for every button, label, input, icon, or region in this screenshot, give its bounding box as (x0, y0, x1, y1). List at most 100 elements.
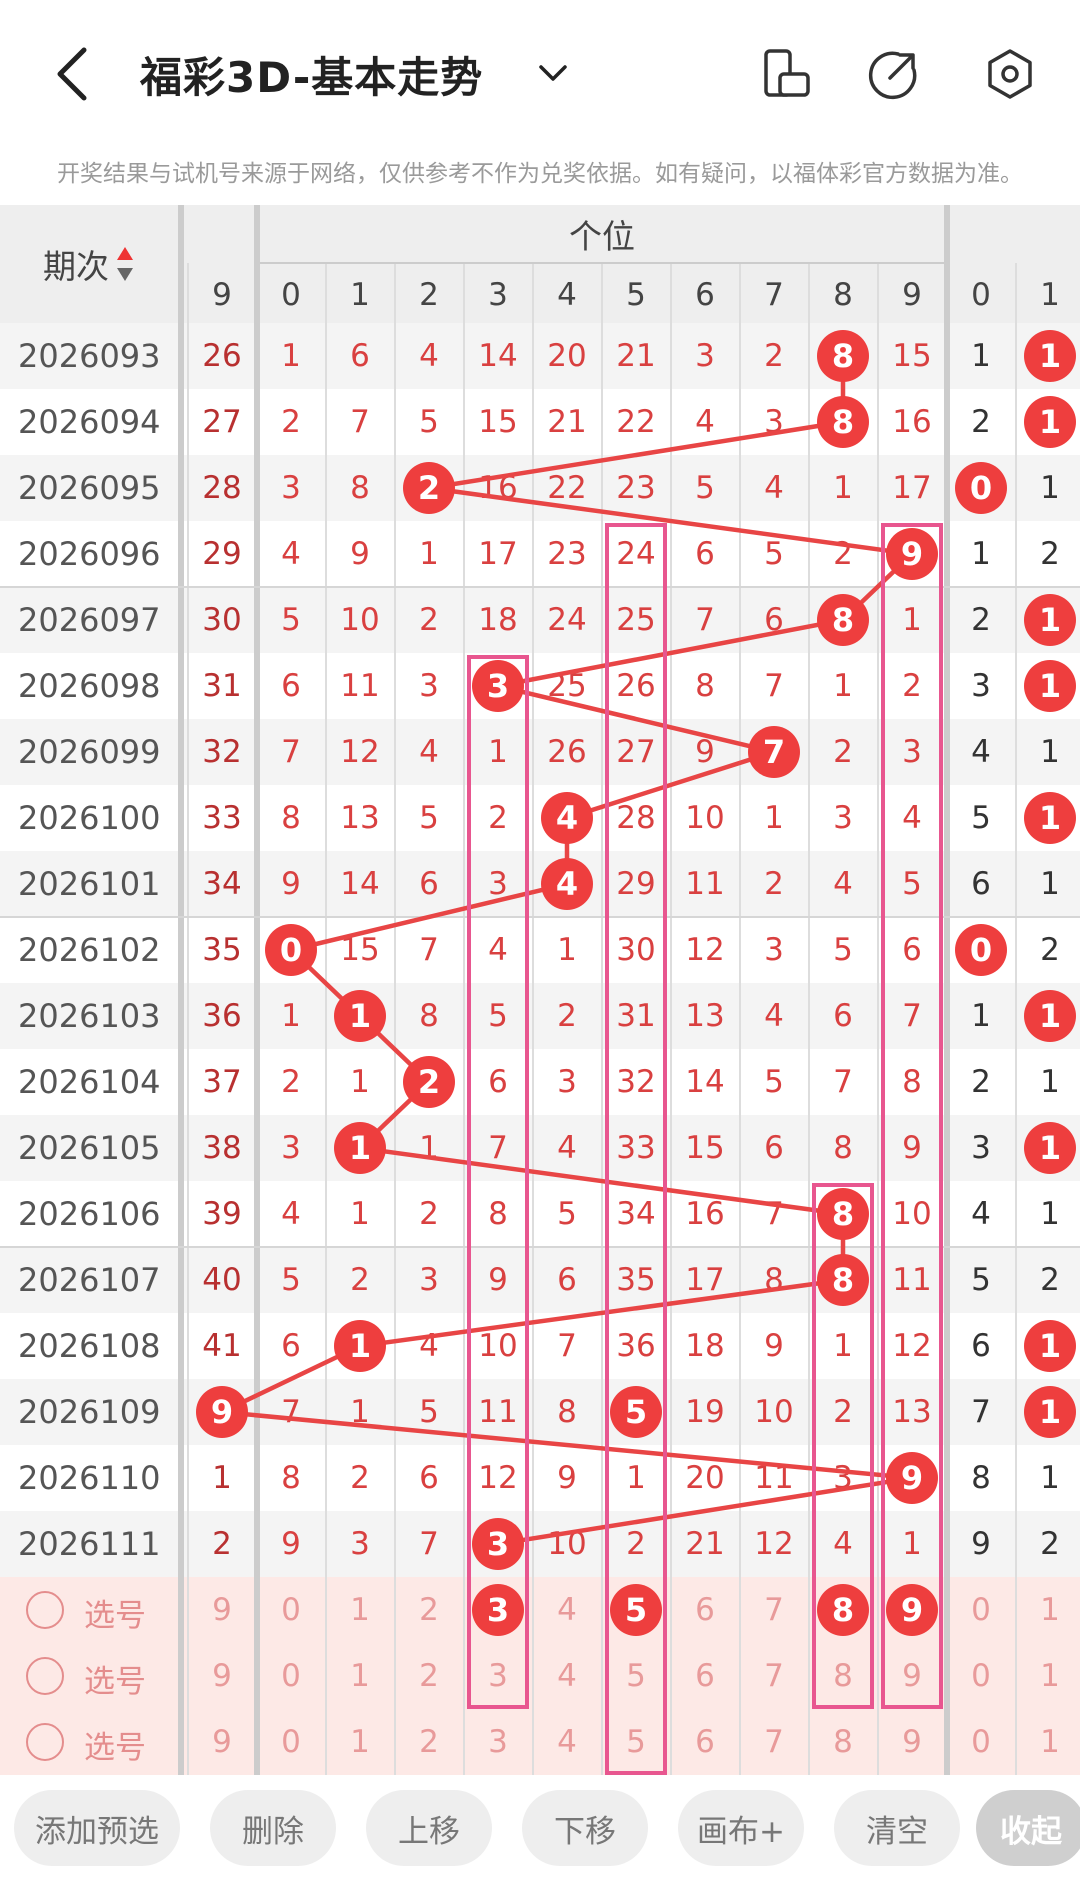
miss-count-cell: 29 (202, 536, 242, 572)
period-cell: 2026110 (18, 1459, 161, 1497)
preselect-cell[interactable]: 1 (1016, 1709, 1080, 1775)
miss-count-cell: 8 (902, 1064, 922, 1100)
select-label[interactable]: 选号 (84, 1656, 146, 1701)
move-up-button[interactable]: 上移 (366, 1790, 492, 1866)
preselect-cell[interactable]: 3 (464, 1709, 533, 1775)
miss-count-cell: 33 (616, 1130, 656, 1166)
miss-count-cell: 1 (971, 536, 991, 572)
chevron-down-icon[interactable] (536, 56, 570, 90)
miss-count-cell: 6 (281, 668, 301, 704)
preselect-cell[interactable]: 7 (740, 1577, 809, 1643)
preselect-cell[interactable]: 0 (947, 1643, 1016, 1709)
period-header[interactable]: 期次 (0, 205, 178, 323)
miss-count-cell: 7 (833, 1064, 853, 1100)
miss-count-cell: 3 (833, 1460, 853, 1496)
miss-count-cell: 9 (488, 1262, 508, 1298)
preselect-cell[interactable]: 3 (464, 1643, 533, 1709)
period-cell: 2026097 (18, 601, 161, 639)
share-icon[interactable] (868, 48, 920, 100)
period-cell: 2026094 (18, 403, 161, 441)
period-cell: 2026098 (18, 667, 161, 705)
miss-count-cell: 1 (1040, 1460, 1060, 1496)
preselect-cell[interactable]: 8 (809, 1709, 878, 1775)
preselect-cell[interactable]: 0 (947, 1709, 1016, 1775)
preselect-cell[interactable]: 2 (395, 1709, 464, 1775)
miss-count-cell: 5 (557, 1196, 577, 1232)
miss-count-cell: 24 (547, 602, 587, 638)
preselect-cell[interactable]: 5 (602, 1709, 671, 1775)
preselect-cell[interactable]: 6 (671, 1577, 740, 1643)
select-label[interactable]: 选号 (84, 1590, 146, 1635)
move-down-button[interactable]: 下移 (522, 1790, 648, 1866)
column-header: 1 (350, 277, 370, 313)
canvas-plus-button[interactable]: 画布+ (678, 1790, 804, 1866)
miss-count-cell: 3 (281, 470, 301, 506)
preselect-cell[interactable]: 6 (671, 1709, 740, 1775)
column-header: 8 (833, 277, 853, 313)
miss-count-cell: 1 (833, 668, 853, 704)
preselect-cell[interactable]: 0 (257, 1643, 326, 1709)
miss-count-cell: 8 (695, 668, 715, 704)
preselect-cell[interactable]: 2 (395, 1643, 464, 1709)
miss-count-cell: 27 (616, 734, 656, 770)
miss-count-cell: 5 (695, 470, 715, 506)
miss-count-cell: 21 (616, 338, 656, 374)
preselect-cell[interactable]: 6 (671, 1643, 740, 1709)
chevron-left-icon[interactable] (50, 46, 94, 102)
preselect-cell[interactable]: 1 (326, 1577, 395, 1643)
add-preselect-button[interactable]: 添加预选 (14, 1790, 180, 1866)
preselect-cell[interactable]: 9 (188, 1709, 257, 1775)
phone-rotate-icon[interactable] (760, 48, 812, 100)
miss-count-cell: 7 (350, 404, 370, 440)
miss-count-cell: 2 (557, 998, 577, 1034)
select-radio[interactable] (26, 1591, 64, 1629)
preselect-cell[interactable]: 7 (740, 1643, 809, 1709)
miss-count-cell: 8 (419, 998, 439, 1034)
preselect-cell[interactable]: 4 (533, 1709, 602, 1775)
miss-count-cell: 4 (764, 470, 784, 506)
miss-count-cell: 5 (281, 602, 301, 638)
preselect-cell[interactable]: 9 (188, 1643, 257, 1709)
preselect-cell[interactable]: 4 (533, 1643, 602, 1709)
preselect-cell[interactable]: 5 (602, 1643, 671, 1709)
preselect-cell[interactable]: 8 (809, 1643, 878, 1709)
miss-count-cell: 26 (202, 338, 242, 374)
preselect-cell[interactable]: 1 (326, 1643, 395, 1709)
period-cell: 2026102 (18, 931, 161, 969)
preselect-cell[interactable]: 7 (740, 1709, 809, 1775)
sort-icon[interactable] (115, 245, 135, 283)
collapse-button[interactable]: 收起 (976, 1790, 1080, 1866)
miss-count-cell: 1 (764, 800, 784, 836)
miss-count-cell: 8 (281, 1460, 301, 1496)
select-radio[interactable] (26, 1657, 64, 1695)
miss-count-cell: 9 (557, 1460, 577, 1496)
delete-button[interactable]: 删除 (210, 1790, 336, 1866)
miss-count-cell: 2 (419, 602, 439, 638)
miss-count-cell: 10 (478, 1328, 518, 1364)
miss-count-cell: 8 (488, 1196, 508, 1232)
page-title[interactable]: 福彩3D-基本走势 (140, 44, 483, 105)
clear-button[interactable]: 清空 (834, 1790, 960, 1866)
preselect-cell[interactable]: 0 (257, 1577, 326, 1643)
miss-count-cell: 1 (902, 1526, 922, 1562)
miss-count-cell: 1 (626, 1460, 646, 1496)
settings-icon[interactable] (984, 48, 1036, 100)
miss-count-cell: 4 (488, 932, 508, 968)
preselect-cell[interactable]: 1 (326, 1709, 395, 1775)
miss-count-cell: 5 (419, 404, 439, 440)
miss-count-cell: 2 (281, 1064, 301, 1100)
select-radio[interactable] (26, 1723, 64, 1761)
preselect-cell[interactable]: 0 (257, 1709, 326, 1775)
period-cell: 2026111 (18, 1525, 161, 1563)
preselect-cell[interactable]: 1 (1016, 1577, 1080, 1643)
miss-count-cell: 9 (281, 866, 301, 902)
miss-count-cell: 35 (616, 1262, 656, 1298)
preselect-cell[interactable]: 4 (533, 1577, 602, 1643)
preselect-cell[interactable]: 1 (1016, 1643, 1080, 1709)
select-label[interactable]: 选号 (84, 1722, 146, 1767)
preselect-cell[interactable]: 9 (878, 1709, 947, 1775)
preselect-cell[interactable]: 9 (188, 1577, 257, 1643)
preselect-cell[interactable]: 2 (395, 1577, 464, 1643)
preselect-cell[interactable]: 0 (947, 1577, 1016, 1643)
preselect-cell[interactable]: 9 (878, 1643, 947, 1709)
